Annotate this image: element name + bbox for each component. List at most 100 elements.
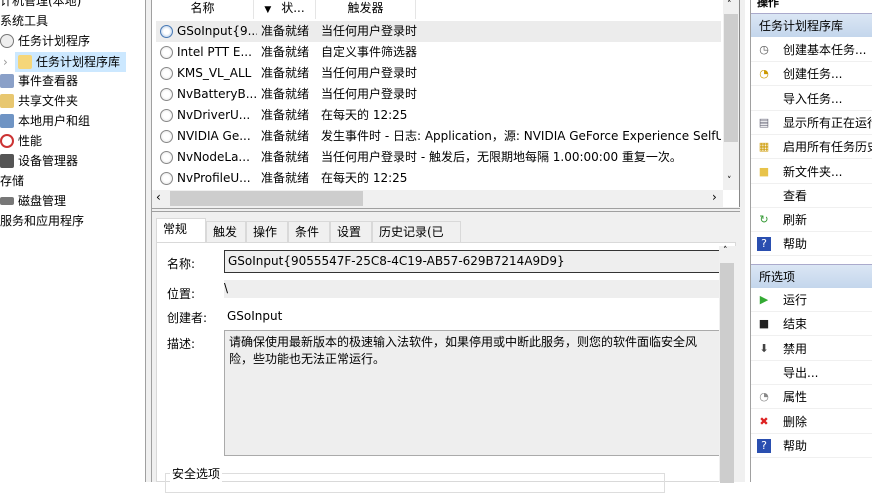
- task-name: KMS_VL_ALL: [177, 66, 252, 80]
- task-row[interactable]: NvProfileU... 准备就绪 在每天的 12:25: [156, 168, 721, 189]
- task-status: 准备就绪: [261, 87, 310, 101]
- task-row[interactable]: KMS_VL_ALL 准备就绪 当任何用户登录时: [156, 63, 721, 84]
- new-folder-icon: ■: [758, 164, 770, 178]
- tree-item-task-scheduler-library[interactable]: › 任务计划程序库: [3, 52, 126, 72]
- help-icon: ?: [757, 438, 771, 453]
- action-help[interactable]: ? 帮助: [751, 232, 872, 257]
- task-row[interactable]: NVIDIA Ge... 准备就绪 发生事件时 - 日志: Application，…: [156, 126, 721, 147]
- action-delete[interactable]: ✖ 删除: [751, 410, 872, 434]
- tree-item-device-manager[interactable]: 设备管理器: [0, 151, 78, 171]
- tree-item-shared-folders[interactable]: 共享文件夹: [0, 91, 78, 111]
- action-label: 创建任务...: [783, 67, 843, 82]
- action-end[interactable]: ■ 结束: [751, 312, 872, 337]
- name-value: GSoInput{9055547F-25C8-4C19-AB57-629B721…: [228, 254, 565, 268]
- refresh-icon: ↻: [759, 213, 769, 227]
- task-row[interactable]: NvBatteryB... 准备就绪 当任何用户登录时: [156, 84, 721, 105]
- section-header-library[interactable]: 任务计划程序库: [751, 13, 872, 37]
- delete-icon: ✖: [759, 414, 769, 428]
- task-clock-icon: [160, 25, 173, 38]
- tree-item-event-viewer[interactable]: 事件查看器: [0, 71, 78, 91]
- scroll-up-icon[interactable]: ˄: [727, 0, 732, 10]
- tree-label: 磁盘管理: [18, 194, 67, 208]
- action-label: 运行: [783, 293, 808, 307]
- task-list: 名称 ▼ 状... 触发器 GSoInput{9... 准备就绪 当任何用户登录时 In…: [152, 0, 740, 207]
- action-new-folder[interactable]: ■ 新文件夹...: [751, 160, 872, 184]
- import-icon: [757, 92, 771, 106]
- scroll-left-icon[interactable]: ‹: [156, 190, 161, 204]
- description-field[interactable]: 请确保使用最新版本的极速输入法软件，如果停用或中断此服务，则您的软件面临安全风险…: [224, 330, 724, 456]
- task-clock-icon: [160, 151, 173, 164]
- tab-label: 条件: [295, 225, 320, 239]
- chevron-right-icon[interactable]: ›: [3, 52, 8, 72]
- pane-splitter[interactable]: [145, 0, 152, 482]
- tree-item-local-users[interactable]: 本地用户和组: [0, 111, 90, 131]
- folder-clock-icon: [18, 55, 32, 69]
- tree-item-performance[interactable]: 性能: [0, 131, 42, 151]
- action-label: 禁用: [783, 341, 808, 356]
- scrollbar-thumb[interactable]: [170, 191, 363, 206]
- action-view[interactable]: 查看: [751, 184, 872, 208]
- tree-item-system-tools[interactable]: 系统工具: [0, 11, 48, 31]
- scroll-right-icon[interactable]: ›: [712, 190, 717, 204]
- list-horizontal-scrollbar[interactable]: ‹ ›: [152, 190, 723, 207]
- task-clock-icon: [160, 172, 173, 185]
- column-header-name[interactable]: 名称: [152, 0, 254, 19]
- action-label: 创建基本任务...: [783, 43, 867, 57]
- task-clock-icon: [160, 88, 173, 101]
- action-properties[interactable]: ◔ 属性: [751, 385, 872, 410]
- tree-label: 系统工具: [0, 14, 49, 28]
- task-status: 准备就绪: [261, 150, 310, 164]
- tree-item-task-scheduler[interactable]: 任务计划程序: [0, 31, 90, 51]
- name-field[interactable]: GSoInput{9055547F-25C8-4C19-AB57-629B721…: [224, 250, 724, 273]
- scrollbar-thumb[interactable]: [720, 263, 734, 483]
- action-refresh[interactable]: ↻ 刷新: [751, 208, 872, 233]
- tree-item-disk-management[interactable]: 磁盘管理: [0, 191, 66, 211]
- disable-icon: ⬇: [759, 341, 769, 355]
- tree-item-services-apps[interactable]: 服务和应用程序: [0, 211, 84, 231]
- action-label: 刷新: [783, 213, 808, 228]
- horizontal-splitter[interactable]: [152, 208, 740, 212]
- tree-item-computer-management[interactable]: 计机管理(本地): [0, 0, 81, 11]
- action-enable-history[interactable]: ▦ 启用所有任务历史记录: [751, 135, 872, 160]
- task-clock-icon: [160, 67, 173, 80]
- task-status: 准备就绪: [261, 108, 310, 122]
- action-label: 帮助: [783, 438, 808, 453]
- action-export[interactable]: 导出...: [751, 361, 872, 385]
- action-label: 显示所有正在运行的任务: [783, 115, 872, 130]
- tab-history[interactable]: 历史记录(已禁用): [372, 221, 461, 260]
- task-row[interactable]: NvDriverU... 准备就绪 在每天的 12:25: [156, 105, 721, 126]
- column-header-trigger[interactable]: 触发器: [316, 0, 416, 19]
- tree-item-storage[interactable]: 存储: [0, 171, 24, 191]
- scrollbar-thumb[interactable]: [724, 14, 738, 142]
- action-running-tasks[interactable]: ▤ 显示所有正在运行的任务: [751, 111, 872, 135]
- performance-icon: [0, 134, 14, 148]
- tab-general[interactable]: 常规: [156, 218, 206, 243]
- task-row[interactable]: GSoInput{9... 准备就绪 当任何用户登录时: [156, 21, 721, 42]
- action-import[interactable]: 导入任务...: [751, 87, 872, 111]
- action-run[interactable]: ▶ 运行: [751, 288, 872, 312]
- author-value: GSoInput: [227, 309, 283, 323]
- tree-label: 任务计划程序: [18, 34, 91, 48]
- description-value: 请确保使用最新版本的极速输入法软件，如果停用或中断此服务，则您的软件面临安全风险…: [229, 335, 698, 366]
- action-create-task[interactable]: ◔ 创建任务...: [751, 62, 872, 87]
- task-name: GSoInput{9...: [177, 24, 257, 38]
- scroll-up-icon[interactable]: ˄: [723, 246, 728, 256]
- list-vertical-scrollbar[interactable]: ˄ ˅: [723, 0, 739, 190]
- detail-vertical-scrollbar[interactable]: ˄: [719, 246, 736, 483]
- action-disable[interactable]: ⬇ 禁用: [751, 337, 872, 361]
- section-header-selected[interactable]: 所选项: [751, 264, 872, 288]
- header-label: 状...: [281, 1, 305, 15]
- scroll-down-icon[interactable]: ˅: [727, 176, 732, 186]
- task-row[interactable]: NvNodeLa... 准备就绪 当任何用户登录时 - 触发后，无限期地每隔 1.0…: [156, 147, 721, 168]
- tab-conditions[interactable]: 条件: [288, 221, 330, 242]
- tree-label: 设备管理器: [18, 154, 79, 168]
- column-header-status[interactable]: ▼ 状...: [254, 0, 316, 19]
- tab-settings[interactable]: 设置: [330, 221, 372, 242]
- disk-icon: [0, 197, 14, 205]
- action-help[interactable]: ? 帮助: [751, 434, 872, 458]
- view-icon: [757, 189, 771, 203]
- action-create-basic-task[interactable]: ◷ 创建基本任务...: [751, 38, 872, 62]
- task-row[interactable]: Intel PTT E... 准备就绪 自定义事件筛选器: [156, 42, 721, 63]
- tab-actions[interactable]: 操作: [246, 221, 288, 242]
- tab-triggers[interactable]: 触发器: [206, 221, 246, 260]
